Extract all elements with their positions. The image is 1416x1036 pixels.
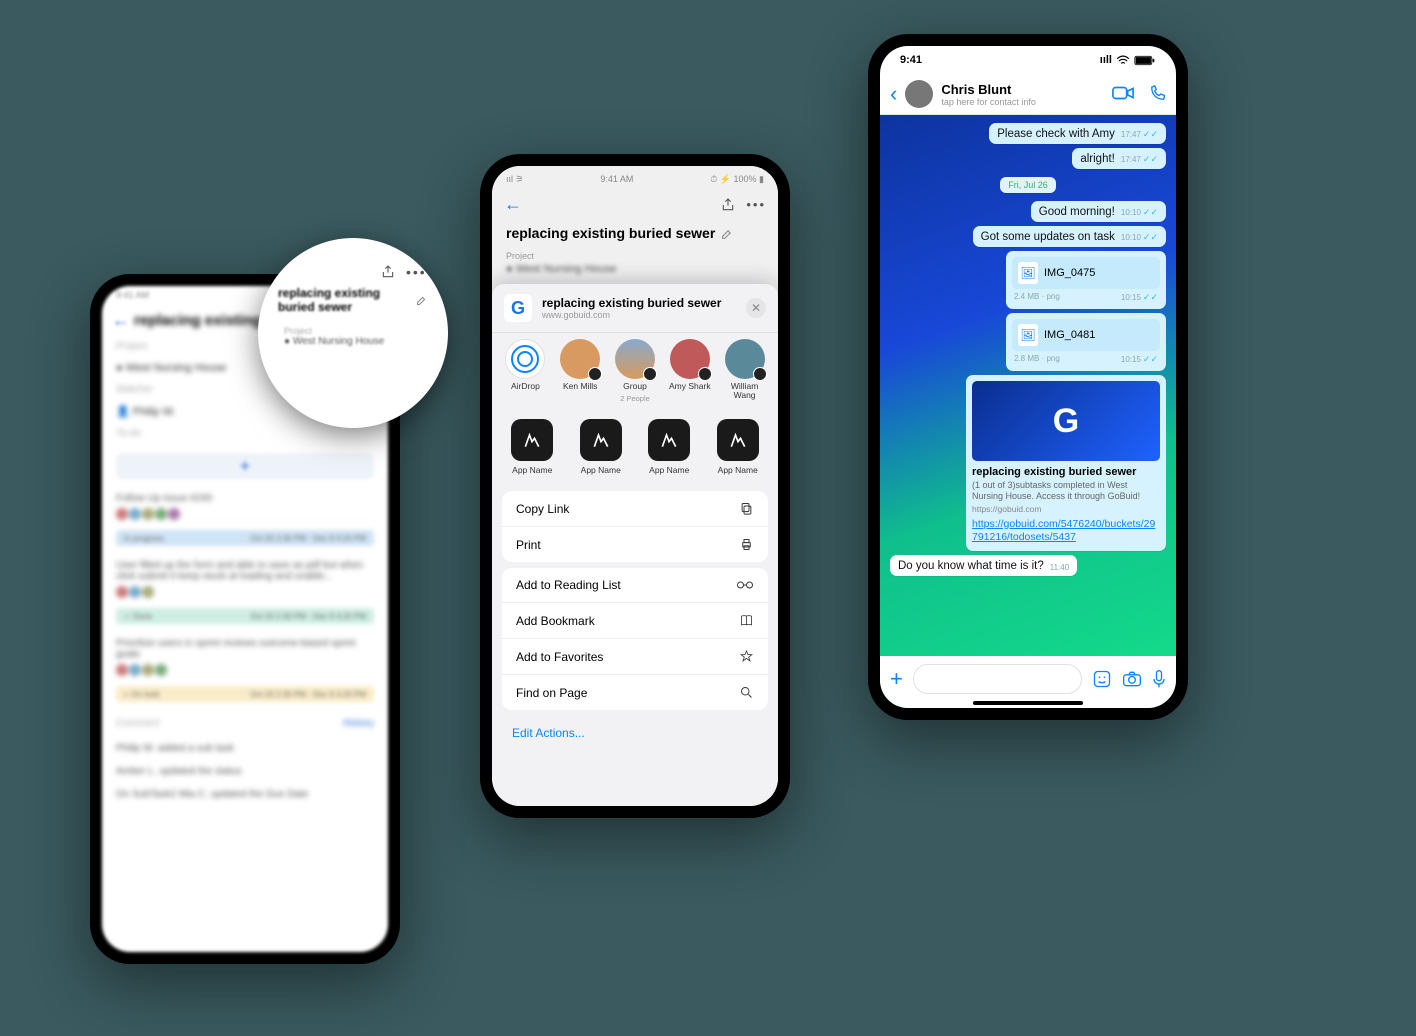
- copy-link-action[interactable]: Copy Link: [502, 491, 768, 527]
- file-icon: 🖼: [1018, 262, 1038, 284]
- message-input[interactable]: [913, 664, 1082, 694]
- link-preview-message[interactable]: G replacing existing buried sewer (1 out…: [966, 375, 1166, 551]
- file-icon: 🖼: [1018, 324, 1038, 346]
- todo-item[interactable]: User filled up the form and able to save…: [102, 554, 388, 606]
- attachment-message[interactable]: 🖼IMG_0475 2.4 MB · png10:15✓✓: [1006, 251, 1166, 309]
- contact-target[interactable]: Ken Mills: [555, 339, 606, 403]
- message-out[interactable]: alright!17:47✓✓: [1072, 148, 1166, 169]
- back-icon[interactable]: ‹: [890, 81, 897, 107]
- mic-icon[interactable]: [1152, 669, 1166, 689]
- back-icon[interactable]: ←: [504, 194, 522, 215]
- phone-share-sheet: ııl ⚞9:41 AM⏱ ⚡ 100% ▮ ← ••• replacing e…: [480, 154, 790, 818]
- app-target[interactable]: App Name: [706, 419, 771, 475]
- page-title: replacing existing buried sewer: [506, 225, 715, 241]
- chat-messages[interactable]: Please check with Amy17:47✓✓ alright!17:…: [880, 115, 1176, 584]
- todo-item[interactable]: Prioritize users in sprint reviews outco…: [102, 632, 388, 684]
- todo-item[interactable]: Follow Up Issue #240: [102, 487, 388, 528]
- add-todo-button[interactable]: +: [116, 453, 374, 479]
- contact-name[interactable]: Chris Blunt: [941, 82, 1036, 97]
- status-bar: ııl ⚞9:41 AM⏱ ⚡ 100% ▮: [492, 166, 778, 188]
- print-action[interactable]: Print: [502, 527, 768, 562]
- link-preview-image: G: [972, 381, 1160, 461]
- close-icon[interactable]: ✕: [746, 298, 766, 318]
- share-apps-row: App Name App Name App Name App Name: [492, 409, 778, 485]
- phone-chat: 9:41 ııll ‹ Chris Blunt tap here for con…: [868, 34, 1188, 720]
- search-icon: [739, 685, 754, 700]
- message-out[interactable]: Please check with Amy17:47✓✓: [989, 123, 1166, 144]
- edit-icon[interactable]: [721, 227, 734, 240]
- home-indicator[interactable]: [973, 701, 1083, 705]
- voice-call-icon[interactable]: [1148, 85, 1166, 103]
- edit-actions-link[interactable]: Edit Actions...: [492, 716, 778, 750]
- share-icon[interactable]: [380, 264, 396, 280]
- project-label: Project: [492, 249, 778, 261]
- date-separator: Fri, Jul 26: [1000, 177, 1056, 193]
- share-icon[interactable]: [720, 197, 736, 213]
- book-icon: [739, 613, 754, 628]
- video-call-icon[interactable]: [1112, 85, 1134, 103]
- status-bar: 9:41 ııll: [880, 46, 1176, 74]
- page-title-zoom: replacing existing buried sewer: [278, 286, 410, 314]
- comment-item: Amber L. updated the status: [102, 760, 388, 783]
- link-url[interactable]: https://gobuid.com/5476240/buckets/29791…: [972, 518, 1160, 545]
- link-description: (1 out of 3)subtasks completed in West N…: [972, 480, 1160, 502]
- share-url: www.gobuid.com: [542, 310, 736, 320]
- share-title: replacing existing buried sewer: [542, 296, 736, 310]
- star-icon: [739, 649, 754, 664]
- attach-icon[interactable]: +: [890, 666, 903, 692]
- contact-target[interactable]: William Wang: [719, 339, 770, 403]
- copy-icon: [739, 501, 754, 516]
- magnifier-zoom: ••• replacing existing buried sewer Proj…: [258, 238, 448, 428]
- message-out[interactable]: Got some updates on task10:10✓✓: [973, 226, 1166, 247]
- link-source: https://gobuid.com: [972, 504, 1160, 514]
- avatar[interactable]: [905, 80, 933, 108]
- chat-header: ‹ Chris Blunt tap here for contact info: [880, 74, 1176, 115]
- share-sheet: G replacing existing buried sewer www.go…: [492, 284, 778, 806]
- app-logo-icon: G: [504, 294, 532, 322]
- app-target[interactable]: App Name: [569, 419, 634, 475]
- find-action[interactable]: Find on Page: [502, 675, 768, 710]
- comment-item: On SubTask2 Mia C. updated the Due Date: [102, 783, 388, 806]
- contact-subtitle: tap here for contact info: [941, 97, 1036, 107]
- link-title: replacing existing buried sewer: [972, 466, 1160, 478]
- message-in[interactable]: Do you know what time is it?11:40: [890, 555, 1077, 576]
- sticker-icon[interactable]: [1092, 669, 1112, 689]
- edit-icon[interactable]: [416, 294, 428, 306]
- battery-icon: [1134, 55, 1156, 66]
- contact-target[interactable]: Group 2 People: [610, 339, 661, 403]
- share-targets-row: AirDrop Ken Mills Group 2 People Amy Sha…: [492, 332, 778, 409]
- app-target[interactable]: App Name: [500, 419, 565, 475]
- airdrop-target[interactable]: AirDrop: [500, 339, 551, 403]
- app-target[interactable]: App Name: [637, 419, 702, 475]
- camera-icon[interactable]: [1122, 670, 1142, 688]
- back-icon[interactable]: ←: [112, 310, 130, 331]
- message-out[interactable]: Good morning!10:10✓✓: [1031, 201, 1166, 222]
- project-value: ● West Nursing House: [492, 261, 778, 277]
- glasses-icon: [736, 579, 754, 591]
- contact-target[interactable]: Amy Shark: [664, 339, 715, 403]
- history-link[interactable]: History: [343, 718, 374, 729]
- attachment-message[interactable]: 🖼IMG_0481 2.8 MB · png10:15✓✓: [1006, 313, 1166, 371]
- signal-icon: ııll: [1100, 54, 1112, 66]
- favorites-action[interactable]: Add to Favorites: [502, 639, 768, 675]
- print-icon: [739, 537, 754, 552]
- comment-item: Philip W. added a sub task: [102, 737, 388, 760]
- bookmark-action[interactable]: Add Bookmark: [502, 603, 768, 639]
- more-icon[interactable]: •••: [406, 264, 422, 280]
- reading-list-action[interactable]: Add to Reading List: [502, 568, 768, 603]
- wifi-icon: [1116, 55, 1130, 66]
- more-icon[interactable]: •••: [746, 197, 766, 212]
